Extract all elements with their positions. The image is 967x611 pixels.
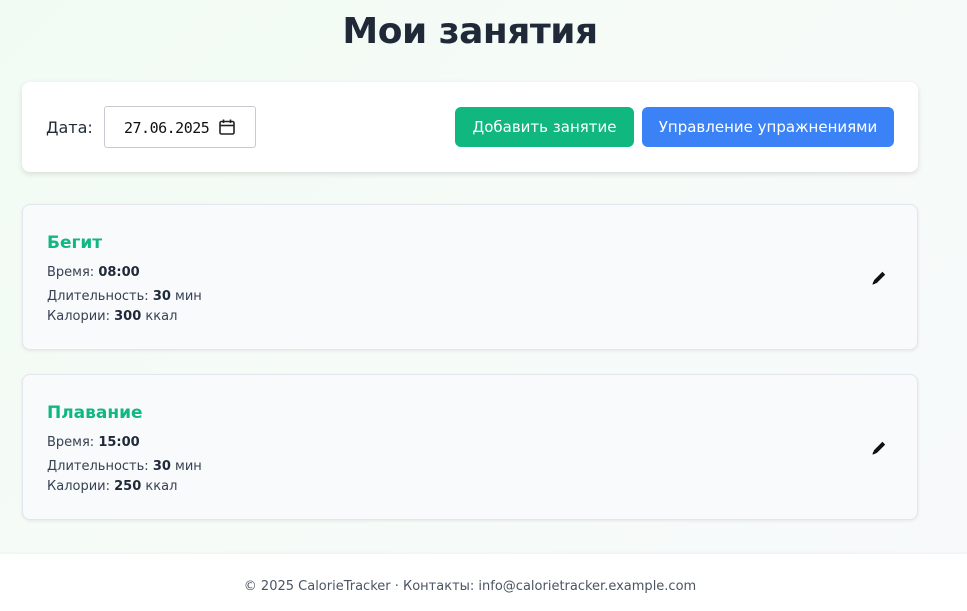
- footer-text: © 2025 CalorieTracker · Контакты: info@c…: [243, 579, 697, 594]
- duration-value: 30: [152, 459, 171, 474]
- time-label: Время:: [47, 435, 95, 450]
- time-value: 08:00: [98, 265, 140, 280]
- activity-card: Плавание Время: 15:00 Длительность: 30 м…: [22, 374, 918, 520]
- calories-label: Калории:: [47, 309, 110, 324]
- toolbar: Дата: 27.06.2025 Добавить занятие Управл…: [22, 82, 918, 172]
- pencil-icon[interactable]: [869, 438, 889, 458]
- duration-unit: мин: [175, 289, 202, 304]
- page-title: Мои занятия: [342, 11, 598, 52]
- activity-calories: Калории: 250 ккал: [47, 479, 177, 494]
- calories-unit: ккал: [145, 479, 178, 494]
- time-value: 15:00: [98, 435, 140, 450]
- activity-duration: Длительность: 30 мин: [47, 459, 202, 474]
- activity-card: Бегит Время: 08:00 Длительность: 30 мин …: [22, 204, 918, 350]
- calendar-icon[interactable]: [218, 118, 236, 136]
- activity-duration: Длительность: 30 мин: [47, 289, 202, 304]
- duration-value: 30: [152, 289, 171, 304]
- pencil-icon[interactable]: [869, 268, 889, 288]
- calories-unit: ккал: [145, 309, 178, 324]
- activity-time: Время: 15:00: [47, 435, 140, 450]
- footer: © 2025 CalorieTracker · Контакты: info@c…: [0, 554, 967, 611]
- calories-label: Калории:: [47, 479, 110, 494]
- date-value: 27.06.2025: [124, 119, 210, 137]
- calories-value: 250: [114, 479, 142, 494]
- time-label: Время:: [47, 265, 95, 280]
- activity-name: Плавание: [47, 403, 143, 423]
- calories-value: 300: [114, 309, 142, 324]
- activity-calories: Калории: 300 ккал: [47, 309, 177, 324]
- date-input[interactable]: 27.06.2025: [104, 106, 256, 148]
- add-activity-button[interactable]: Добавить занятие: [455, 107, 634, 147]
- date-label: Дата:: [46, 118, 93, 137]
- activity-name: Бегит: [47, 233, 103, 253]
- duration-label: Длительность:: [47, 289, 149, 304]
- duration-label: Длительность:: [47, 459, 149, 474]
- duration-unit: мин: [175, 459, 202, 474]
- activity-time: Время: 08:00: [47, 265, 140, 280]
- manage-exercises-button[interactable]: Управление упражнениями: [642, 107, 894, 147]
